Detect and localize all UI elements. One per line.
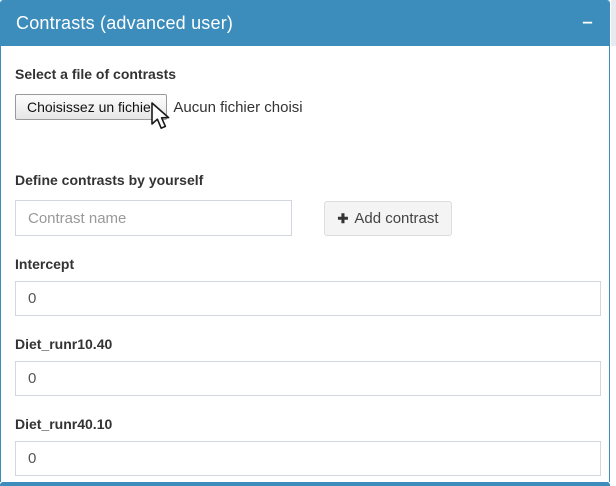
- minus-icon: −: [582, 19, 593, 29]
- contrast-value-input-diet-runr10-40[interactable]: [15, 361, 601, 396]
- contrast-value-input-intercept[interactable]: [15, 281, 601, 316]
- add-contrast-label: Add contrast: [354, 210, 438, 227]
- page: Contrasts (advanced user) − Select a fil…: [0, 0, 616, 486]
- contrast-value-input-diet-runr40-10[interactable]: [15, 441, 601, 476]
- contrast-field-label: Diet_runr40.10: [15, 417, 601, 432]
- define-contrasts-label: Define contrasts by yourself: [15, 173, 601, 188]
- choose-file-button[interactable]: Choisissez un fichier: [15, 94, 167, 120]
- contrast-field-intercept: Intercept: [15, 257, 601, 316]
- file-input: Choisissez un fichier Aucun fichier choi…: [15, 94, 601, 120]
- page-edge-strip: [611, 0, 616, 46]
- next-panel-header-edge: [0, 482, 610, 486]
- contrast-field-diet-runr40-10: Diet_runr40.10: [15, 417, 601, 476]
- define-contrast-row: ✚ Add contrast: [15, 200, 601, 236]
- contrast-field-label: Diet_runr10.40: [15, 337, 601, 352]
- panel-header: Contrasts (advanced user) −: [1, 1, 609, 46]
- plus-icon: ✚: [337, 211, 348, 227]
- file-contrasts-label: Select a file of contrasts: [15, 67, 601, 82]
- contrast-name-input[interactable]: [15, 200, 292, 236]
- file-status-text: Aucun fichier choisi: [173, 99, 302, 116]
- contrast-field-diet-runr10-40: Diet_runr10.40: [15, 337, 601, 396]
- panel-title: Contrasts (advanced user): [16, 13, 233, 34]
- add-contrast-button[interactable]: ✚ Add contrast: [324, 201, 452, 236]
- collapse-button[interactable]: −: [581, 17, 594, 31]
- contrast-field-label: Intercept: [15, 257, 601, 272]
- panel-body: Select a file of contrasts Choisissez un…: [1, 46, 609, 476]
- contrasts-panel: Contrasts (advanced user) − Select a fil…: [0, 0, 610, 482]
